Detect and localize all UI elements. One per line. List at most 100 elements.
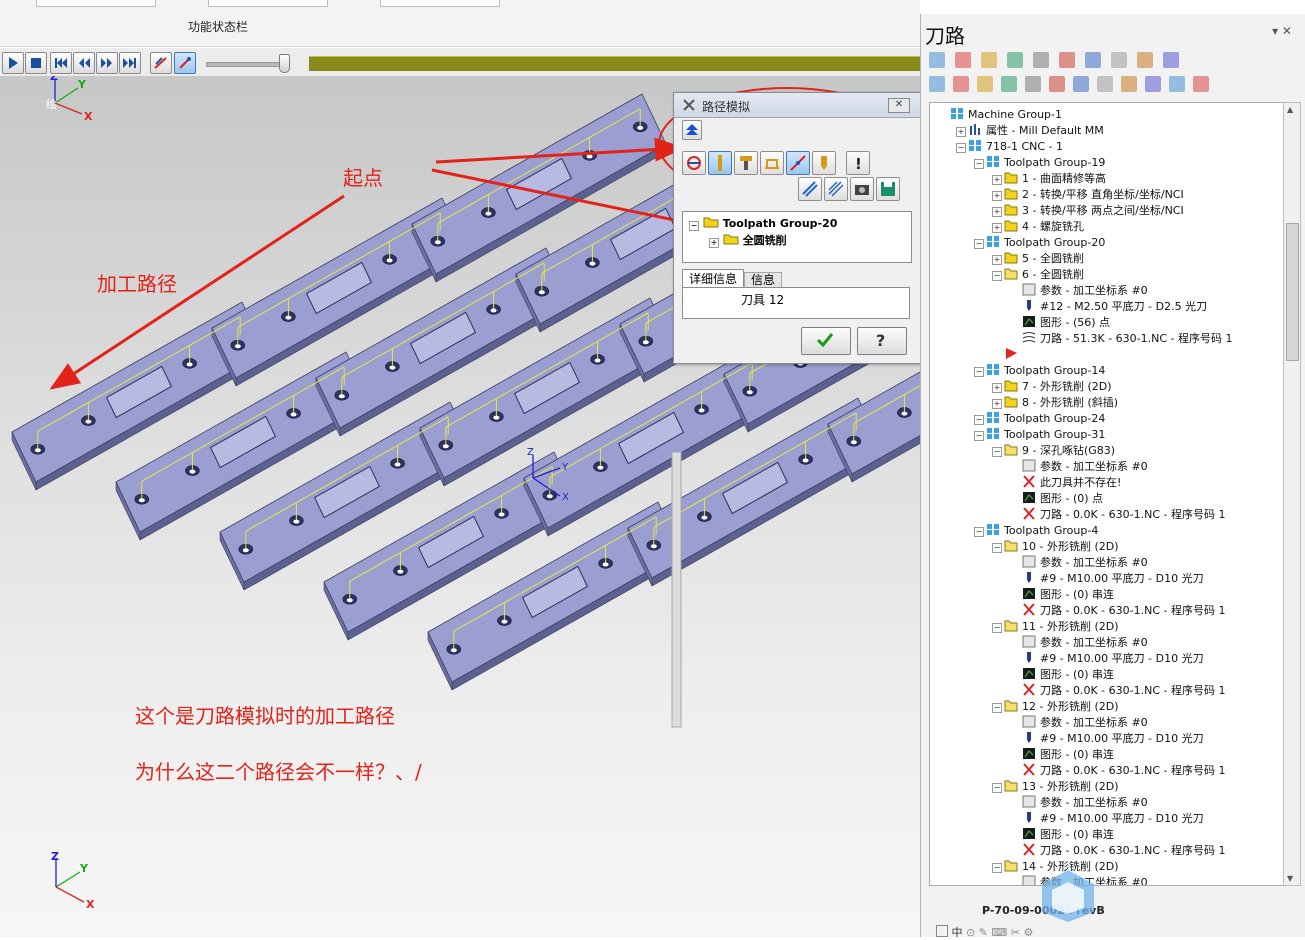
tree-node[interactable]: #9 - M10.00 平底刀 - D10 光刀 xyxy=(1022,651,1204,667)
tree-node[interactable]: 刀路 - 51.3K - 630-1.NC - 程序号码 1 xyxy=(1022,331,1232,347)
tree-node[interactable]: 刀路 - 0.0K - 630-1.NC - 程序号码 1 xyxy=(1022,763,1225,779)
tree-node[interactable]: 参数 - 加工坐标系 #0 xyxy=(1022,283,1148,299)
tree-node[interactable]: Toolpath Group-19 xyxy=(986,155,1105,171)
dialog-tree-group[interactable]: − Toolpath Group-20 xyxy=(689,216,837,231)
tree-node[interactable] xyxy=(1004,347,1022,363)
tree-node[interactable]: Toolpath Group-31 xyxy=(986,427,1105,443)
expand-toggle[interactable]: + xyxy=(956,127,966,137)
speed-slider-track[interactable] xyxy=(206,62,290,67)
simulation-progress-bar[interactable] xyxy=(309,56,920,71)
tree-node[interactable]: #12 - M2.50 平底刀 - D2.5 光刀 xyxy=(1022,299,1207,315)
tree-scrollbar[interactable]: ▲ ▼ xyxy=(1283,102,1301,886)
insert-arrow-icon[interactable] xyxy=(1049,76,1065,92)
stop-button[interactable] xyxy=(25,52,47,74)
expand-toggle[interactable]: − xyxy=(992,623,1002,633)
tree-node[interactable]: #9 - M10.00 平底刀 - D10 光刀 xyxy=(1022,731,1204,747)
expand-toggle[interactable]: − xyxy=(992,863,1002,873)
tree-node[interactable]: 参数 - 加工坐标系 #0 xyxy=(1022,795,1148,811)
expand-toggle[interactable]: + xyxy=(992,191,1002,201)
tab-info[interactable]: 信息 xyxy=(744,272,782,288)
expand-toggle[interactable]: + xyxy=(992,399,1002,409)
tree-node[interactable]: 4 - 螺旋铣孔 xyxy=(1004,219,1084,235)
tree-node[interactable]: 刀路 - 0.0K - 630-1.NC - 程序号码 1 xyxy=(1022,603,1225,619)
expand-toggle[interactable]: + xyxy=(992,383,1002,393)
tree-node[interactable]: Toolpath Group-4 xyxy=(986,523,1098,539)
tree-node[interactable]: 图形 - (0) 串连 xyxy=(1022,667,1114,683)
configure-icon[interactable] xyxy=(1193,76,1209,92)
tree-node[interactable]: 2 - 转换/平移 直角坐标/坐标/NCI xyxy=(1004,187,1184,203)
lock-icon[interactable] xyxy=(929,76,945,92)
expand-toggle[interactable]: − xyxy=(974,159,984,169)
operations-tree[interactable]: Machine Group-1 + 属性 - Mill Default MM −718… xyxy=(929,102,1285,886)
help-button[interactable]: ? xyxy=(857,327,907,355)
g1-icon[interactable] xyxy=(1085,52,1101,68)
tree-node[interactable]: 刀路 - 0.0K - 630-1.NC - 程序号码 1 xyxy=(1022,683,1225,699)
dialog-title-bar[interactable]: 路径模拟 ✕ xyxy=(674,93,920,118)
tree-node[interactable]: 刀路 - 0.0K - 630-1.NC - 程序号码 1 xyxy=(1022,843,1225,859)
color-cycle-icon[interactable] xyxy=(682,151,706,175)
expand-toggle[interactable]: − xyxy=(974,415,984,425)
show-tool-icon[interactable] xyxy=(174,52,196,74)
go-to-start-button[interactable] xyxy=(50,52,72,74)
top-field-3[interactable] xyxy=(380,0,500,7)
expand-toggle[interactable]: + xyxy=(992,175,1002,185)
tree-node[interactable]: Toolpath Group-14 xyxy=(986,363,1105,379)
tree-node[interactable]: Machine Group-1 xyxy=(950,107,1062,123)
tree-node[interactable]: 图形 - (56) 点 xyxy=(1022,315,1110,331)
regen-dirty-icon[interactable] xyxy=(1007,52,1023,68)
tree-node[interactable]: 7 - 外形铣削 (2D) xyxy=(1004,379,1112,395)
tree-node[interactable]: 参数 - 加工坐标系 #0 xyxy=(1022,635,1148,651)
save-icon[interactable] xyxy=(876,177,900,201)
toggle-display-icon[interactable] xyxy=(953,76,969,92)
display-path-icon[interactable] xyxy=(786,151,810,175)
tree-node[interactable]: 718-1 CNC - 1 xyxy=(968,139,1063,155)
expand-toggle[interactable]: − xyxy=(992,271,1002,281)
select-all-icon[interactable] xyxy=(929,52,945,68)
tree-node[interactable]: Toolpath Group-24 xyxy=(986,411,1105,427)
tool-only-icon[interactable] xyxy=(812,151,836,175)
tree-node[interactable]: 11 - 外形铣削 (2D) xyxy=(1004,619,1119,635)
tree-node[interactable]: 图形 - (0) 串连 xyxy=(1022,747,1114,763)
tree-scroll-thumb[interactable] xyxy=(1286,223,1299,361)
tree-node[interactable]: 13 - 外形铣削 (2D) xyxy=(1004,779,1119,795)
deselect-icon[interactable] xyxy=(955,52,971,68)
alert-icon[interactable]: ! xyxy=(846,151,870,175)
dialog-close-button[interactable]: ✕ xyxy=(888,98,910,113)
tree-node[interactable]: 10 - 外形铣削 (2D) xyxy=(1004,539,1119,555)
panel-controls[interactable]: ▾ ✕ xyxy=(1272,24,1292,38)
move-down-icon[interactable] xyxy=(1001,76,1017,92)
expand-toggle[interactable]: − xyxy=(974,431,984,441)
input-mode-icon[interactable] xyxy=(936,925,948,937)
tree-node[interactable]: 图形 - (0) 串连 xyxy=(1022,827,1114,843)
expand-toggle[interactable]: − xyxy=(974,367,984,377)
tree-node[interactable]: 8 - 外形铣削 (斜插) xyxy=(1004,395,1118,411)
expand-toggle[interactable]: − xyxy=(956,143,966,153)
tree-node[interactable]: Toolpath Group-20 xyxy=(986,235,1105,251)
show-holder-icon[interactable] xyxy=(734,151,758,175)
tree-node[interactable]: 参数 - 加工坐标系 #0 xyxy=(1022,555,1148,571)
show-tool-toggle-icon[interactable] xyxy=(708,151,732,175)
help-icon[interactable] xyxy=(1163,52,1179,68)
only-display-icon[interactable] xyxy=(1121,76,1137,92)
tree-node[interactable]: 图形 - (0) 点 xyxy=(1022,491,1103,507)
top-field-1[interactable] xyxy=(36,0,156,7)
expand-toggle[interactable]: − xyxy=(992,447,1002,457)
expand-toggle[interactable]: − xyxy=(992,543,1002,553)
tree-node[interactable]: 3 - 转换/平移 两点之间/坐标/NCI xyxy=(1004,203,1184,219)
dialog-tree-operation[interactable]: + 全圆铣削 xyxy=(709,232,787,248)
regen-icon[interactable] xyxy=(981,52,997,68)
highlight-icon[interactable] xyxy=(1097,76,1113,92)
expand-toggle[interactable]: + xyxy=(992,255,1002,265)
expand-toggle[interactable]: − xyxy=(974,527,984,537)
play-button[interactable] xyxy=(2,52,24,74)
path-style-a-icon[interactable] xyxy=(798,177,822,201)
tab-details[interactable]: 详细信息 xyxy=(682,269,744,288)
speed-slider-thumb[interactable] xyxy=(279,54,290,73)
step-forward-button[interactable] xyxy=(96,52,118,74)
tree-node[interactable]: 6 - 全圆铣削 xyxy=(1004,267,1084,283)
quick-verify-icon[interactable] xyxy=(760,151,784,175)
scroll-icon[interactable] xyxy=(1073,76,1089,92)
go-to-end-button[interactable] xyxy=(119,52,141,74)
tree-node[interactable]: #9 - M10.00 平底刀 - D10 光刀 xyxy=(1022,571,1204,587)
camera-icon[interactable] xyxy=(850,177,874,201)
